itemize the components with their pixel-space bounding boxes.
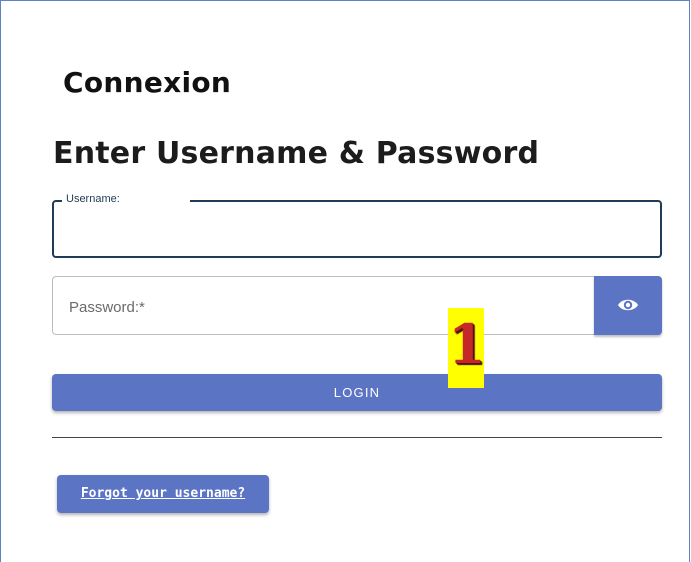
annotation-badge: 1: [448, 308, 486, 388]
forgot-username-button[interactable]: Forgot your username?: [57, 475, 269, 513]
show-password-button[interactable]: [594, 276, 662, 335]
form-heading: Enter Username & Password: [53, 136, 540, 171]
username-label: Username:: [62, 192, 190, 206]
login-button[interactable]: LOGIN: [52, 374, 662, 411]
password-placeholder: Password:*: [69, 299, 145, 316]
divider: [52, 437, 662, 438]
eye-icon: [618, 299, 638, 311]
annotation-number: 1: [448, 312, 486, 376]
forgot-username-link[interactable]: Forgot your username?: [57, 475, 269, 513]
username-input[interactable]: Username:: [52, 192, 662, 258]
page-title: Connexion: [63, 66, 232, 99]
password-input[interactable]: Password:*: [52, 276, 594, 335]
